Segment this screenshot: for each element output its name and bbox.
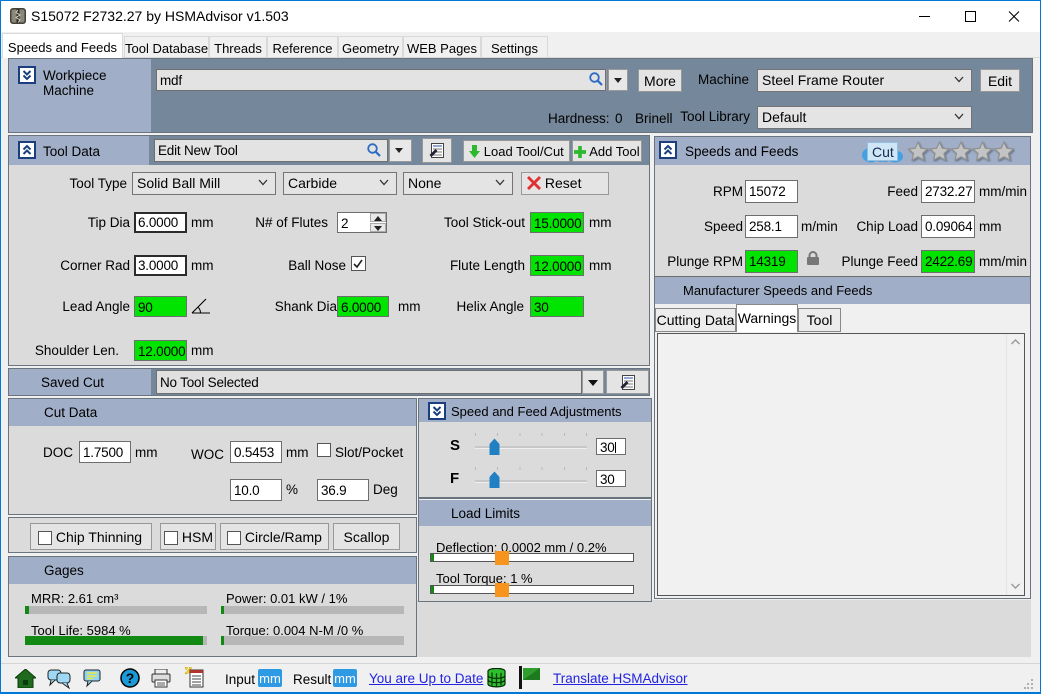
svg-text:?: ? (126, 670, 135, 686)
